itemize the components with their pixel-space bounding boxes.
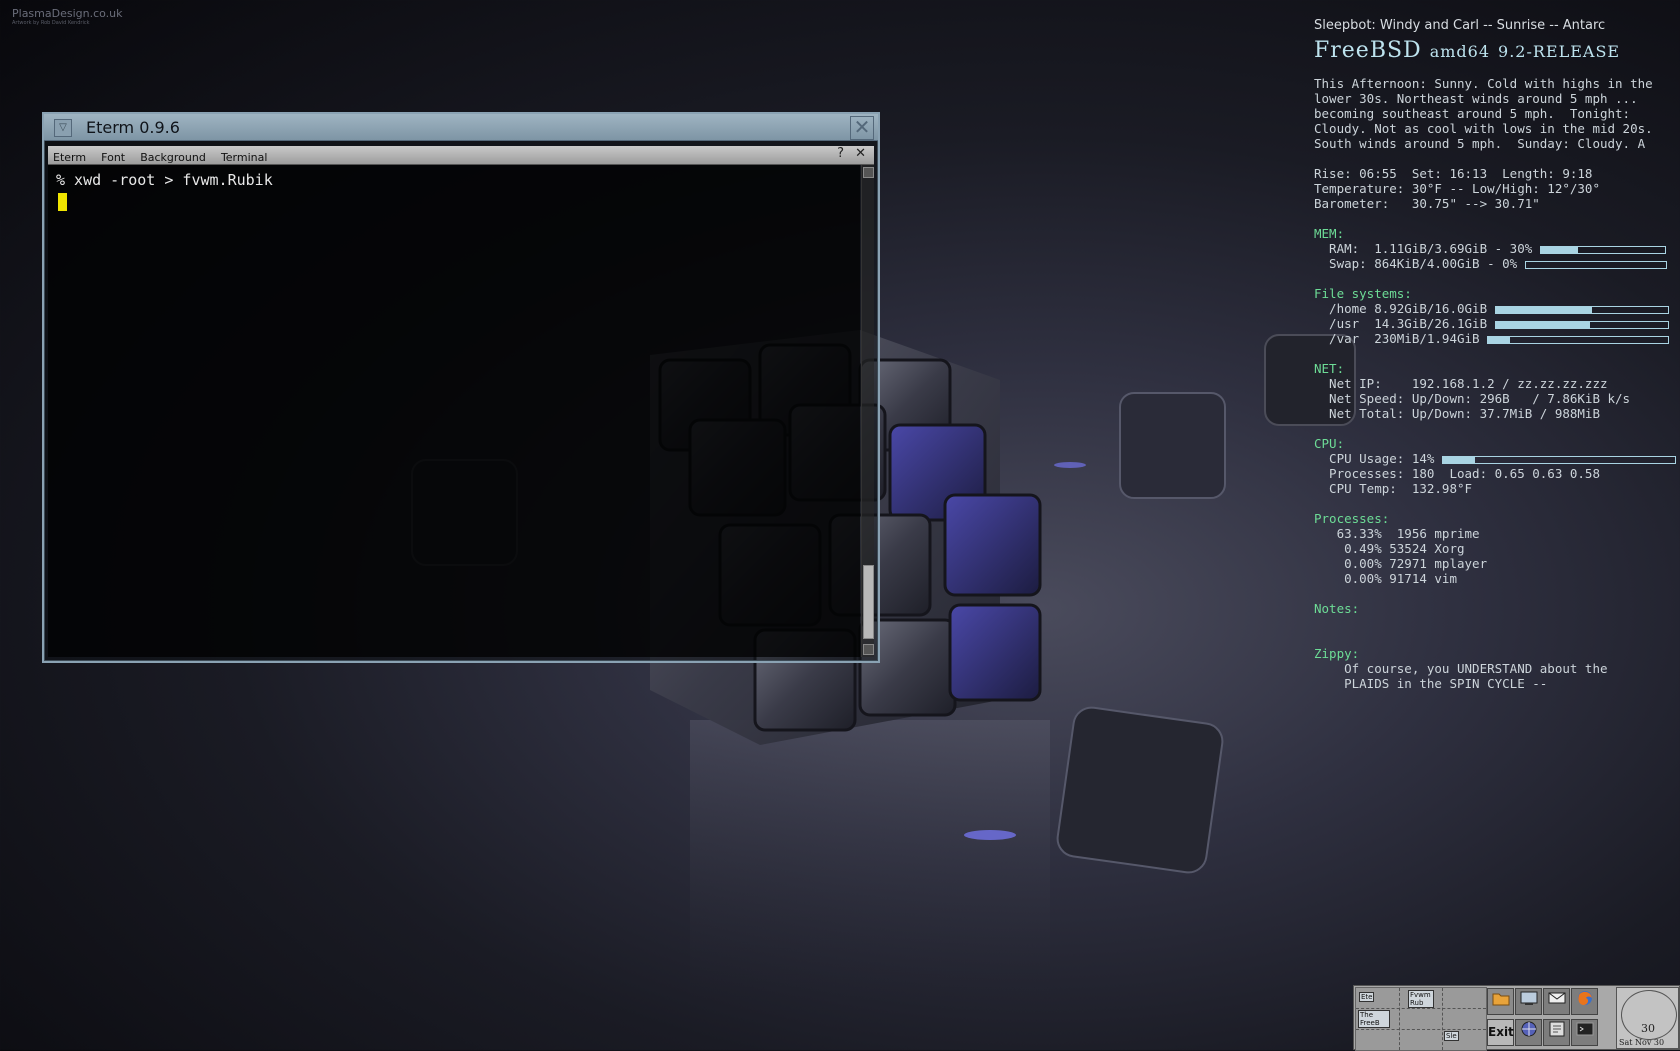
mail-icon[interactable] [1543, 988, 1570, 1015]
scroll-up-arrow-icon[interactable] [863, 167, 874, 178]
process-row: 0.00% 72971 mplayer [1314, 556, 1488, 571]
net-speed: Net Speed: Up/Down: 296B / 7.86KiB k/s [1314, 391, 1631, 406]
fs-home-bar [1494, 305, 1669, 314]
desktop-pager[interactable]: Ete Fvwm Rub The FreeB Sle [1355, 987, 1487, 1051]
fs-header: File systems: [1314, 286, 1412, 301]
cpu-usage-row: CPU Usage: 14% [1314, 451, 1680, 466]
fs-usr-row: /usr 14.3GiB/26.1GiB [1314, 316, 1680, 331]
window-titlebar[interactable]: ▽ Eterm 0.9.6 ✕ [44, 114, 878, 141]
os-banner: FreeBSD amd64 9.2-RELEASE [1314, 38, 1680, 76]
zippy-line: PLAIDS in the SPIN CYCLE -- [1314, 676, 1548, 691]
scroll-thumb[interactable] [863, 565, 874, 639]
window-title: Eterm 0.9.6 [86, 118, 180, 137]
browser-globe-icon[interactable] [1515, 1019, 1542, 1046]
eterm-close-button[interactable]: ✕ [855, 146, 866, 161]
cpu-usage-text: CPU Usage: 14% [1314, 451, 1435, 466]
cpu-header: CPU: [1314, 436, 1345, 451]
os-arch: amd64 [1429, 42, 1491, 61]
menu-font[interactable]: Font [96, 149, 130, 164]
weather-line: becoming southeast around 5 mph. Tonight… [1314, 106, 1631, 121]
weather-line: Cloudy. Not as cool with lows in the mid… [1314, 121, 1653, 136]
notes-header: Notes: [1314, 601, 1360, 616]
fs-var-row: /var 230MiB/1.94GiB [1314, 331, 1680, 346]
fs-home-text: /home 8.92GiB/16.0GiB [1314, 301, 1488, 316]
process-row: 63.33% 1956 mprime [1314, 526, 1480, 541]
process-row: 0.00% 91714 vim [1314, 571, 1457, 586]
mem-header: MEM: [1314, 226, 1345, 241]
ram-bar [1539, 245, 1666, 254]
weather-line: South winds around 5 mph. Sunday: Cloudy… [1314, 136, 1646, 151]
swap-text: Swap: 864KiB/4.00GiB - 0% [1314, 256, 1518, 271]
pager-window-sleepbot[interactable]: Sle [1444, 1031, 1459, 1041]
pager-window-freebsd[interactable]: The FreeB [1358, 1010, 1390, 1028]
window-close-icon[interactable]: ✕ [850, 116, 874, 140]
os-name: FreeBSD [1314, 38, 1422, 63]
folder-icon[interactable] [1487, 988, 1514, 1015]
terminal-cursor [58, 193, 67, 211]
ram-text: RAM: 1.11GiB/3.69GiB - 30% [1314, 241, 1533, 256]
fs-usr-bar [1494, 320, 1669, 329]
credit-text: PlasmaDesign.co.uk [12, 7, 123, 20]
process-row: 0.49% 53524 Xorg [1314, 541, 1465, 556]
net-header: NET: [1314, 361, 1345, 376]
fs-var-bar [1487, 335, 1670, 344]
fs-usr-text: /usr 14.3GiB/26.1GiB [1314, 316, 1488, 331]
cpu-bar [1441, 455, 1676, 464]
fs-home-row: /home 8.92GiB/16.0GiB [1314, 301, 1680, 316]
scroll-down-arrow-icon[interactable] [863, 644, 874, 655]
net-total: Net Total: Up/Down: 37.7MiB / 988MiB [1314, 406, 1600, 421]
processes-header: Processes: [1314, 511, 1390, 526]
net-ip: Net IP: 192.168.1.2 / zz.zz.zz.zzz [1314, 376, 1608, 391]
pager-window-eterm[interactable]: Ete [1359, 992, 1375, 1002]
fvwm-panel: Ete Fvwm Rub The FreeB Sle Exit 30 Sat N… [1353, 985, 1680, 1051]
sun-times: Rise: 06:55 Set: 16:13 Length: 9:18 [1314, 166, 1593, 181]
pager-window-fvwm[interactable]: Fvwm Rub [1408, 990, 1434, 1008]
cpu-temp: CPU Temp: 132.98°F [1314, 481, 1473, 496]
eterm-window[interactable]: ▽ Eterm 0.9.6 ✕ Eterm Font Background Te… [42, 112, 880, 663]
terminal-scrollbar[interactable] [861, 165, 874, 657]
help-button[interactable]: ? [837, 146, 844, 161]
screenshot-tool-icon[interactable] [1515, 988, 1542, 1015]
now-playing: Sleepbot: Windy and Carl -- Sunrise -- A… [1314, 18, 1606, 33]
window-menu-icon[interactable]: ▽ [54, 119, 72, 137]
eterm-menubar: Eterm Font Background Terminal ? ✕ [48, 146, 874, 165]
terminal-output[interactable]: % xwd -root > fvwm.Rubik [48, 165, 860, 657]
menu-terminal[interactable]: Terminal [216, 149, 273, 164]
weather-line: lower 30s. Northeast winds around 5 mph … [1314, 91, 1638, 106]
credit-subtext: Artwork by Rob David Kendrick [12, 20, 90, 26]
fs-var-text: /var 230MiB/1.94GiB [1314, 331, 1480, 346]
clock-day: 30 [1641, 1022, 1655, 1035]
terminal-icon[interactable] [1571, 1019, 1598, 1046]
os-release: 9.2-RELEASE [1498, 42, 1621, 61]
swap-row: Swap: 864KiB/4.00GiB - 0% [1314, 256, 1680, 271]
ram-row: RAM: 1.11GiB/3.69GiB - 30% [1314, 241, 1680, 256]
barometer: Barometer: 30.75" --> 30.71" [1314, 196, 1540, 211]
zippy-line: Of course, you UNDERSTAND about the [1314, 661, 1608, 676]
terminal-command-line: % xwd -root > fvwm.Rubik [56, 171, 273, 189]
swap-bar [1524, 260, 1667, 269]
temperature: Temperature: 30°F -- Low/High: 12°/30° [1314, 181, 1600, 196]
menu-eterm[interactable]: Eterm [48, 149, 91, 164]
cpu-processes: Processes: 180 Load: 0.65 0.63 0.58 [1314, 466, 1600, 481]
clock-widget: 30 Sat Nov 30 [1616, 987, 1679, 1049]
exit-button[interactable]: Exit [1487, 1019, 1514, 1046]
wallpaper-credit: PlasmaDesign.co.uk Artwork by Rob David … [12, 8, 123, 27]
zippy-header: Zippy: [1314, 646, 1360, 661]
menu-background[interactable]: Background [135, 149, 211, 164]
firefox-icon[interactable] [1571, 988, 1598, 1015]
weather-line: This Afternoon: Sunny. Cold with highs i… [1314, 76, 1653, 91]
editor-icon[interactable] [1543, 1019, 1570, 1046]
conky-monitor: Sleepbot: Windy and Carl -- Sunrise -- A… [1314, 18, 1680, 691]
clock-date: Sat Nov 30 [1619, 1038, 1665, 1047]
